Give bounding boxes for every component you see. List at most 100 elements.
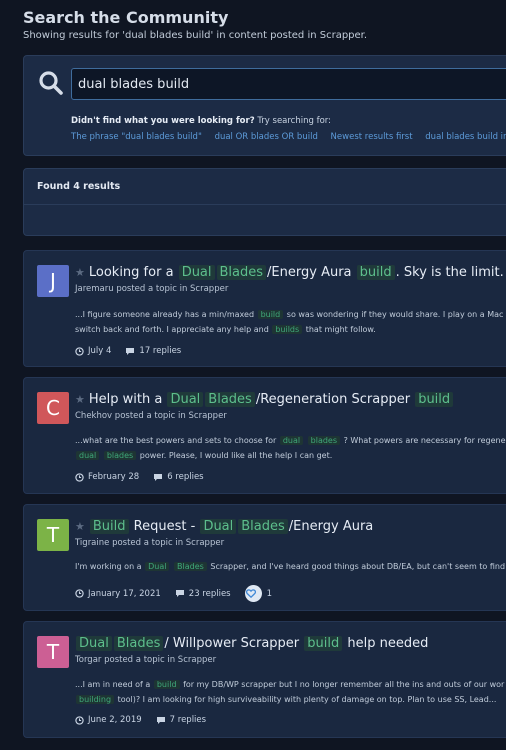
snippet-highlight: building <box>76 695 115 704</box>
result-item: T Dual Blades / Willpower Scrapper build h… <box>23 621 506 738</box>
snippet-text: that might follow. <box>305 325 376 334</box>
avatar[interactable]: T <box>37 636 69 668</box>
reaction-count: 1 <box>266 588 273 599</box>
date-stat: June 2, 2019 <box>75 715 142 725</box>
snippet-highlight: blades <box>103 451 137 460</box>
snippet-text: so was wondering if they would share. I … <box>286 310 504 319</box>
result-title-link[interactable]: ★ Build Request - Dual Blades/Energy Aura <box>75 519 373 534</box>
suggestion-newest-link[interactable]: Newest results first <box>331 132 413 142</box>
suggestion-phrase-link[interactable]: The phrase "dual blades build" <box>71 132 202 142</box>
snippet-text: tool)? I am looking for high surviveabil… <box>117 695 497 704</box>
not-found-bold: Didn't find what you were looking for? <box>71 116 255 126</box>
snippet-highlight: Blades <box>174 562 207 571</box>
title-text: Request - <box>133 519 196 534</box>
star-icon: ★ <box>75 393 85 406</box>
snippet-highlight: blades <box>307 436 341 445</box>
page-header: Search the Community Showing results for… <box>23 8 503 41</box>
result-title-link[interactable]: ★ Help with a Dual Blades/Regeneration Scr… <box>75 392 454 407</box>
result-meta: Tigraine posted a topic in Scrapper <box>75 538 225 548</box>
snippet-highlight: build <box>153 680 180 689</box>
title-highlight: Dual <box>178 265 215 280</box>
title-text: Help with a <box>88 392 163 407</box>
title-highlight: Blades <box>113 636 164 651</box>
snippet-text: power. Please, I would like all the help… <box>139 451 333 460</box>
reactions-stat[interactable]: 1 <box>244 585 273 602</box>
post-date[interactable]: July 4 <box>88 346 111 356</box>
replies-stat: 7 replies <box>156 715 206 725</box>
result-stats: January 17, 2021 23 replies 1 <box>75 585 286 602</box>
suggestion-in-content-link[interactable]: dual blades build in co <box>425 132 506 142</box>
clock-icon <box>75 472 84 482</box>
comment-icon <box>156 716 165 724</box>
result-snippet: ...what are the best powers and sets to … <box>75 433 506 463</box>
snippet-text: ...what are the best powers and sets to … <box>75 436 277 445</box>
avatar[interactable]: T <box>37 519 69 551</box>
not-found-hint: Didn't find what you were looking for? T… <box>71 116 331 126</box>
not-found-rest: Try searching for: <box>254 116 331 126</box>
date-stat: February 28 <box>75 472 139 482</box>
post-date[interactable]: June 2, 2019 <box>88 715 142 725</box>
post-date[interactable]: January 17, 2021 <box>88 589 161 599</box>
avatar[interactable]: C <box>37 392 69 424</box>
results-bar: Found 4 results <box>23 168 506 236</box>
snippet-text: Scrapper, and I've heard good things abo… <box>210 562 506 571</box>
snippet-text: ...I am in need of a <box>75 680 151 689</box>
result-meta: Chekhov posted a topic in Scrapper <box>75 411 227 421</box>
snippet-highlight: dual <box>76 451 100 460</box>
result-stats: June 2, 2019 7 replies <box>75 715 220 725</box>
title-text: / Willpower Scrapper <box>164 636 300 651</box>
avatar[interactable]: J <box>37 265 69 297</box>
post-date[interactable]: February 28 <box>88 472 139 482</box>
result-meta: Jaremaru posted a topic in Scrapper <box>75 284 229 294</box>
result-stats: July 4 17 replies <box>75 346 195 356</box>
title-highlight: build <box>304 636 343 651</box>
title-text: /Energy Aura <box>288 519 374 534</box>
star-icon: ★ <box>75 266 85 279</box>
title-highlight: Dual <box>76 636 112 651</box>
result-title-link[interactable]: Dual Blades / Willpower Scrapper build hel… <box>75 636 428 651</box>
result-item: C ★ Help with a Dual Blades/Regeneration S… <box>23 377 506 494</box>
search-icon[interactable] <box>38 70 64 96</box>
comment-icon <box>126 347 135 355</box>
replies-stat: 17 replies <box>125 346 181 356</box>
result-snippet: I'm working on a Dual Blades Scrapper, a… <box>75 559 506 574</box>
snippet-highlight: builds <box>272 325 303 334</box>
comment-icon <box>175 590 184 597</box>
title-highlight: Blades <box>205 392 255 407</box>
result-item: J ★ Looking for a Dual Blades/Energy Aura … <box>23 250 506 367</box>
title-highlight: Build <box>89 519 129 534</box>
results-count: Found 4 results <box>24 169 506 205</box>
search-panel: Didn't find what you were looking for? T… <box>23 55 506 156</box>
reply-count: 23 replies <box>188 588 231 599</box>
replies-stat: 6 replies <box>153 472 204 482</box>
page-subtitle: Showing results for 'dual blades build' … <box>23 30 368 41</box>
date-stat: July 4 <box>75 346 111 356</box>
title-highlight: Blades <box>238 519 288 534</box>
search-suggestions: The phrase "dual blades build" dual OR b… <box>71 132 506 142</box>
title-highlight: Blades <box>216 265 267 280</box>
snippet-text: I'm working on a <box>75 562 142 571</box>
title-highlight: build <box>415 392 454 407</box>
suggestion-or-link[interactable]: dual OR blades OR build <box>215 132 318 142</box>
heart-icon <box>244 585 262 602</box>
clock-icon <box>75 346 84 356</box>
reply-count: 17 replies <box>139 346 182 356</box>
snippet-text: switch back and forth. I appreciate any … <box>75 325 269 334</box>
date-stat: January 17, 2021 <box>75 589 161 599</box>
page-title: Search the Community <box>23 8 229 27</box>
result-snippet: ...I am in need of a build for my DB/WP … <box>75 677 506 707</box>
title-highlight: build <box>356 265 395 280</box>
result-item: T ★ Build Request - Dual Blades/Energy Aur… <box>23 504 506 611</box>
search-input[interactable] <box>71 68 506 100</box>
snippet-text: for my DB/WP scrapper but I no longer re… <box>183 680 505 689</box>
clock-icon <box>75 715 84 725</box>
star-icon: ★ <box>75 520 85 533</box>
reply-count: 6 replies <box>167 472 204 482</box>
comment-icon <box>154 473 163 481</box>
title-text: /Regeneration Scrapper <box>255 392 411 407</box>
result-snippet: ...I figure someone already has a min/ma… <box>75 307 506 337</box>
snippet-text: ? What powers are necessary for regener <box>343 436 506 445</box>
clock-icon <box>75 589 84 598</box>
replies-stat: 23 replies <box>175 589 231 599</box>
result-title-link[interactable]: ★ Looking for a Dual Blades/Energy Aura bu… <box>75 265 504 280</box>
